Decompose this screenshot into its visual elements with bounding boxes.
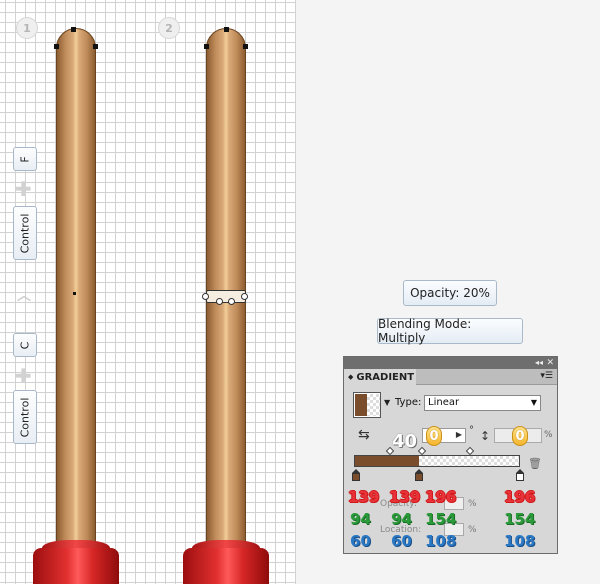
tab-gradient[interactable]: ◆ GRADIENT bbox=[344, 369, 416, 385]
angle-value-badge: 0 bbox=[426, 426, 442, 446]
gradient-handle[interactable] bbox=[241, 293, 248, 300]
ramp-transparent bbox=[419, 456, 519, 466]
aspect-value-badge: 0 bbox=[512, 426, 528, 446]
opacity-percent: % bbox=[468, 499, 477, 509]
tab-gradient-label: GRADIENT bbox=[356, 371, 415, 383]
anchor-point[interactable] bbox=[71, 27, 76, 32]
midpoint-diamond[interactable] bbox=[465, 446, 475, 456]
swatch-transparent-part bbox=[367, 394, 380, 416]
anchor-point[interactable] bbox=[224, 27, 229, 32]
plus-icon: ✚ bbox=[15, 364, 32, 388]
blue-value-1: 60 bbox=[350, 532, 371, 550]
gradient-stop-brown[interactable] bbox=[352, 469, 360, 481]
key-control-bottom: Control bbox=[13, 390, 37, 444]
aspect-ratio-icon: ↕ bbox=[480, 429, 491, 443]
ramp-brown bbox=[355, 456, 419, 466]
red-value-1: 139 bbox=[348, 488, 380, 506]
anchor-point[interactable] bbox=[93, 44, 98, 49]
blue-value-2: 60 bbox=[391, 532, 412, 550]
handle-shape-1[interactable] bbox=[56, 28, 96, 558]
swatch-dropdown-icon[interactable]: ▼ bbox=[384, 398, 390, 407]
red-value-3: 196 bbox=[425, 488, 457, 506]
gradient-handle[interactable] bbox=[228, 298, 235, 305]
chevron-down-icon: ▼ bbox=[530, 398, 537, 407]
gradient-panel: ◂◂ ✕ ◆ GRADIENT ▾☰ ▼ Type: Linear ▼ ⇆ ▶ … bbox=[343, 356, 558, 554]
panel-titlebar[interactable]: ◂◂ ✕ bbox=[344, 357, 557, 369]
angle-overlay-number: 40 bbox=[392, 431, 418, 452]
key-control-top: Control bbox=[13, 206, 37, 260]
gradient-annotator[interactable] bbox=[206, 290, 246, 303]
chevron-up-icon: ︿ bbox=[17, 288, 31, 304]
blue-value-3: 108 bbox=[425, 532, 457, 550]
artboard-grid bbox=[0, 0, 296, 584]
red-value-4: 196 bbox=[504, 488, 536, 506]
key-f: F bbox=[13, 147, 37, 171]
gradient-swatch[interactable] bbox=[353, 392, 381, 418]
collapse-icon[interactable]: ◂◂ bbox=[535, 357, 543, 369]
green-value-1: 94 bbox=[350, 510, 371, 528]
chevron-right-icon: ▶ bbox=[455, 430, 462, 439]
reverse-gradient-icon[interactable]: ⇆ bbox=[358, 427, 370, 443]
step-badge-1: 1 bbox=[16, 17, 38, 39]
anchor-point[interactable] bbox=[204, 44, 209, 49]
key-c: C bbox=[13, 333, 37, 357]
center-point bbox=[73, 292, 76, 295]
type-select[interactable]: Linear ▼ bbox=[424, 395, 541, 411]
blue-value-4: 108 bbox=[504, 532, 536, 550]
close-icon[interactable]: ✕ bbox=[546, 357, 554, 369]
gradient-stop-brown[interactable] bbox=[415, 469, 423, 481]
blending-mode-callout: Blending Mode: Multiply bbox=[377, 317, 523, 345]
swatch-brown-part bbox=[355, 394, 367, 416]
green-value-2: 94 bbox=[391, 510, 412, 528]
base-shape-1 bbox=[33, 548, 119, 584]
gradient-stop-white[interactable] bbox=[516, 469, 524, 481]
plus-icon: ✚ bbox=[15, 177, 32, 201]
base-shape-2 bbox=[183, 548, 269, 584]
opacity-callout: Opacity: 20% bbox=[403, 280, 497, 306]
step-badge-2: 2 bbox=[158, 17, 180, 39]
anchor-point[interactable] bbox=[243, 44, 248, 49]
anchor-point[interactable] bbox=[54, 44, 59, 49]
panel-tab-bar: ◆ GRADIENT ▾☰ bbox=[344, 369, 557, 385]
gradient-slider[interactable] bbox=[354, 455, 520, 467]
gradient-handle[interactable] bbox=[202, 293, 209, 300]
gradient-handle[interactable] bbox=[216, 298, 223, 305]
red-value-2: 139 bbox=[389, 488, 421, 506]
type-select-value: Linear bbox=[428, 397, 460, 408]
location-percent: % bbox=[468, 525, 477, 535]
type-label: Type: bbox=[395, 397, 422, 408]
trash-icon[interactable]: 🗑 bbox=[528, 457, 542, 470]
panel-menu-icon[interactable]: ▾☰ bbox=[540, 371, 553, 381]
degree-symbol: ° bbox=[469, 425, 474, 436]
midpoint-diamond[interactable] bbox=[417, 446, 427, 456]
canvas-stage: 1 2 F ✚ Control ︿ C ✚ Control Opacity: 2… bbox=[0, 0, 600, 584]
green-value-4: 154 bbox=[504, 510, 536, 528]
panel-tab-arrow-icon: ◆ bbox=[348, 373, 354, 381]
aspect-percent: % bbox=[544, 430, 553, 440]
green-value-3: 154 bbox=[425, 510, 457, 528]
